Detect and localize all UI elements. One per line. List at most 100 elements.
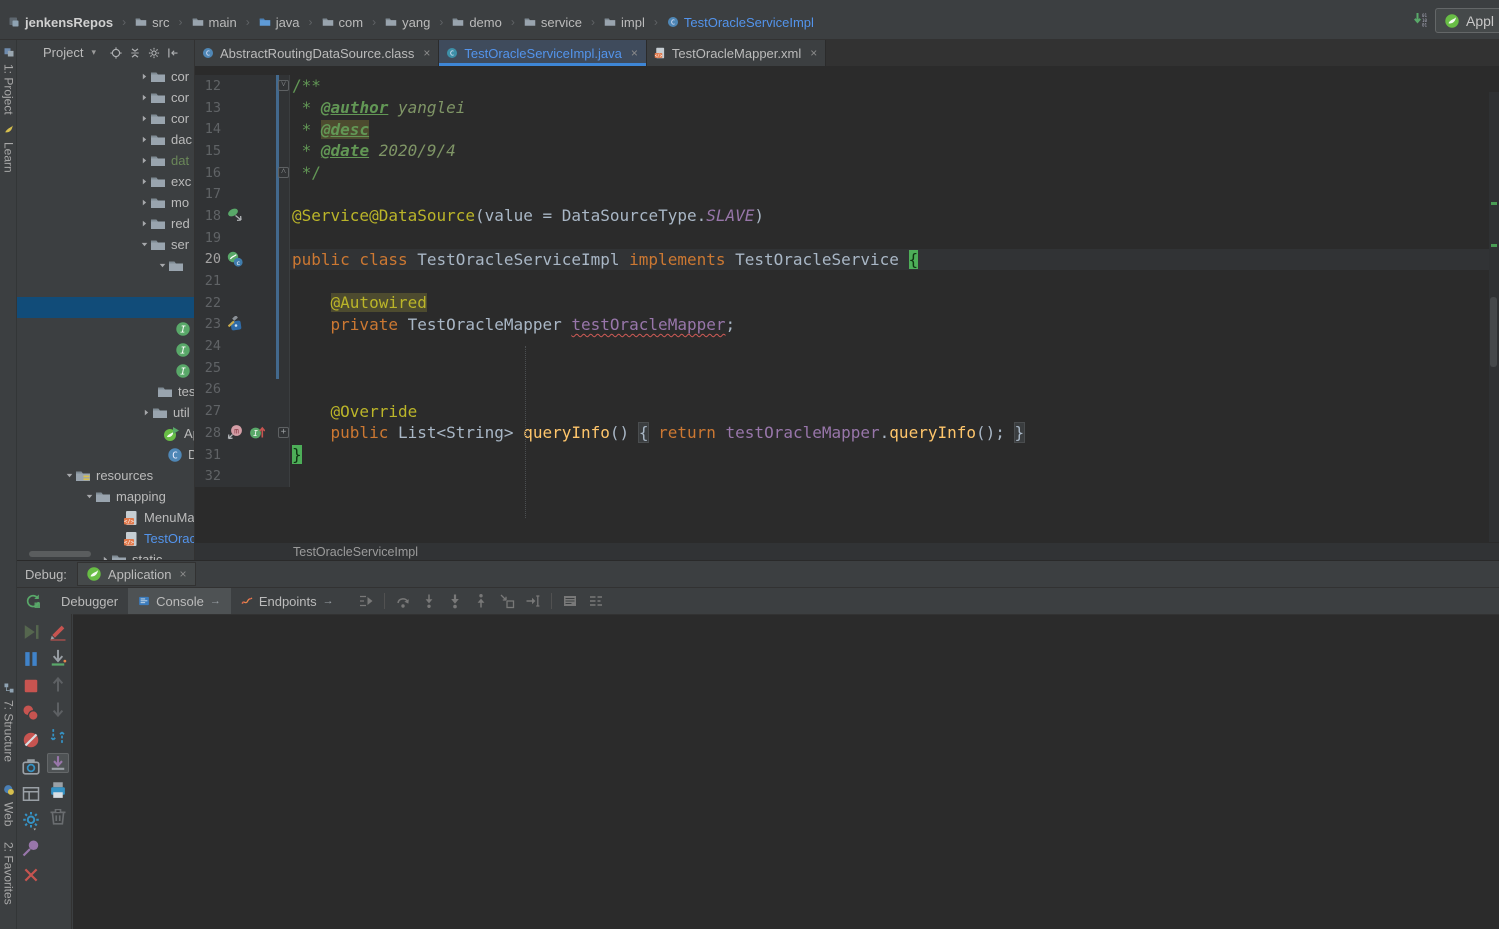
code-line-25[interactable]: 25 [195,356,1499,379]
chevron-right-icon[interactable] [138,72,150,81]
down-stack-icon[interactable] [48,701,68,719]
tree-item-testoracl[interactable]: </> TestOracl [17,528,194,549]
project-tree[interactable]: corcorcordacdatexcmoredserIIItesutilAppC… [17,66,194,560]
spring-bean-class-icon[interactable]: c [227,251,243,267]
breadcrumb-item[interactable]: main [190,14,239,31]
editor-tab-1[interactable]: C AbstractRoutingDataSource.class × [195,40,440,66]
editor-breadcrumb-item[interactable]: TestOracleServiceImpl [293,545,418,559]
code-line-20[interactable]: 20 c public class TestOracleServiceImpl im… [195,248,1499,271]
mybatis-mapper-icon[interactable] [227,315,243,332]
code-line-24[interactable]: 24 [195,335,1499,357]
run-to-cursor-icon[interactable] [525,593,541,609]
code-line-16[interactable]: 16 ˄ */ [195,161,1499,184]
tree-item-menumap[interactable]: </> MenuMap [17,507,194,528]
code-line-15[interactable]: 15 * @date 2020/9/4 [195,140,1499,162]
code-line-31[interactable]: 31} [195,443,1499,466]
hide-panel-icon[interactable] [167,47,179,59]
debug-tab-debugger[interactable]: Debugger [51,588,128,615]
chevron-down-icon[interactable] [63,471,75,480]
chevron-right-icon[interactable] [138,219,150,228]
implements-up-icon[interactable]: I [249,424,265,440]
code-line-27[interactable]: 27 @Override [195,400,1499,422]
close-icon[interactable]: × [810,46,817,60]
breadcrumb-item[interactable]: yang [383,14,432,31]
stripe-button--structure[interactable]: 7: Structure [0,680,17,762]
rerun-icon[interactable] [25,593,41,609]
breadcrumb-item[interactable]: C TestOracleServiceImpl [665,14,816,31]
debug-tab-console[interactable]: Console → [128,587,231,615]
breadcrumb-item[interactable]: src [133,14,171,31]
tree-item-resources[interactable]: resources [17,465,194,486]
tree-item-cor[interactable]: cor [17,66,194,87]
editor-area[interactable]: C AbstractRoutingDataSource.class × C TestOr… [195,40,1499,560]
debug-tab-endpoints[interactable]: Endpoints → [231,588,344,615]
run-configuration-select[interactable]: Appl [1435,8,1499,33]
close-icon[interactable]: × [631,46,638,60]
tree-item-cor[interactable]: cor [17,87,194,108]
tree-item-exc[interactable]: exc [17,171,194,192]
code-editor[interactable]: 12 ˅/** 13 * @author yanglei 14 * @desc 15 *… [195,66,1499,542]
fold-collapse-icon[interactable]: ˅ [278,80,289,91]
debug-session-tab[interactable]: Application × [76,562,196,586]
project-panel-title[interactable]: Project [43,45,83,60]
layout-settings-icon[interactable] [588,593,604,609]
chevron-right-icon[interactable] [138,198,150,207]
chevron-right-icon[interactable] [138,177,150,186]
stripe-button--favorites[interactable]: 2: Favorites [0,842,17,905]
chevron-right-icon[interactable] [138,156,150,165]
tree-item[interactable]: I [17,339,194,360]
step-into-icon[interactable] [421,593,437,609]
console-output-area[interactable] [73,614,1499,929]
chevron-right-icon[interactable] [138,114,150,123]
tree-item-ser[interactable]: ser [17,234,194,255]
code-line-26[interactable]: 26 [195,378,1499,401]
gear-icon[interactable] [148,47,160,59]
show-execution-point-icon[interactable] [358,593,374,609]
editor-error-stripe[interactable] [1489,92,1499,542]
chevron-right-icon[interactable] [138,135,150,144]
clear-console-icon[interactable] [48,623,68,641]
error-stripe-mark[interactable] [1491,202,1497,205]
view-breakpoints-icon[interactable] [21,704,41,722]
fold-expand-icon[interactable]: + [278,427,289,438]
code-line-32[interactable]: 32 [195,465,1499,488]
breadcrumb-item[interactable]: java [257,14,302,31]
stripe-button-web[interactable]: Web [0,782,17,826]
tree-item-dat[interactable]: dat [17,150,194,171]
print-icon[interactable] [48,781,68,799]
editor-tab-3[interactable]: </> TestOracleMapper.xml × [646,40,827,66]
stripe-button-learn[interactable]: Learn [0,122,17,173]
code-line-12[interactable]: 12 ˅/** [195,75,1499,97]
tree-item-dac[interactable]: dac [17,129,194,150]
breadcrumb-item[interactable]: impl [602,14,647,31]
step-out-icon[interactable] [473,593,489,609]
tree-item[interactable]: I [17,360,194,381]
error-stripe-mark[interactable] [1491,244,1497,247]
step-over-icon[interactable] [395,593,411,609]
soft-wrap-icon[interactable] [48,727,68,745]
scroll-to-end-toggle-icon[interactable] [46,753,69,773]
drop-frame-icon[interactable] [499,593,515,609]
hotswap-icon[interactable]: 01 10 01 [1411,9,1431,31]
jump-to-end-icon[interactable] [48,649,68,667]
close-icon[interactable] [21,866,41,884]
mybatis-statement-icon[interactable]: m [227,424,243,440]
tree-item-app[interactable]: App [17,423,194,444]
fold-collapse-icon[interactable]: ˄ [278,166,289,178]
tree-item[interactable] [17,276,194,297]
breadcrumb-item[interactable]: jenkensRepos [6,14,115,31]
spring-bean-icon[interactable] [227,207,243,223]
chevron-down-icon[interactable] [83,492,95,501]
chevron-right-icon[interactable] [140,408,152,417]
close-icon[interactable]: × [423,46,430,60]
code-line-18[interactable]: 18 @Service@DataSource(value = DataSource… [195,205,1499,227]
restore-layout-icon[interactable] [21,785,41,803]
breadcrumb-item[interactable]: demo [450,14,504,31]
chevron-right-icon[interactable] [138,93,150,102]
tree-item-selected[interactable] [17,297,194,318]
editor-tab-2[interactable]: C TestOracleServiceImpl.java × [439,40,647,66]
pin-icon[interactable] [21,839,41,857]
breadcrumb-item[interactable]: service [522,14,584,31]
editor-scrollbar-thumb[interactable] [1490,297,1497,367]
tree-item-mo[interactable]: mo [17,192,194,213]
